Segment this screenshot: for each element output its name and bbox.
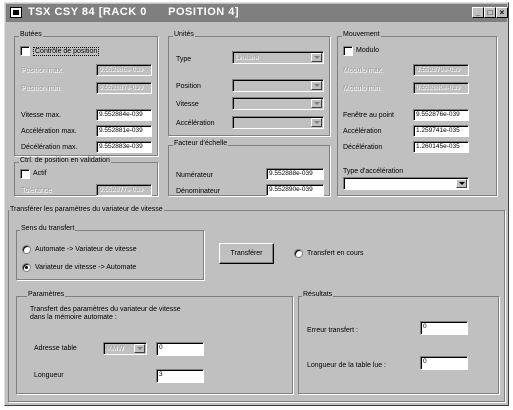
minimize-button[interactable]: _ bbox=[472, 7, 484, 18]
adresse-table-field[interactable]: 0 bbox=[156, 342, 204, 356]
type-value: Linéaire bbox=[235, 54, 259, 61]
butees-title: Butées bbox=[19, 31, 43, 38]
controle-position-checkbox[interactable] bbox=[20, 46, 30, 56]
modulo-min-label: Modulo min. bbox=[343, 85, 382, 92]
position-unit-dropdown[interactable] bbox=[232, 79, 324, 92]
acceleration-field[interactable]: 1.259741e-035 bbox=[413, 125, 469, 137]
longueur-table-lue-label: Longueur de la table lue : bbox=[307, 362, 387, 369]
longueur-label: Longueur bbox=[34, 372, 64, 379]
position-min-field[interactable]: 9.552887e-039 bbox=[96, 82, 152, 94]
chevron-down-icon[interactable] bbox=[311, 99, 322, 108]
longueur-field[interactable]: 3 bbox=[156, 369, 204, 383]
app-icon[interactable] bbox=[10, 7, 22, 18]
chevron-down-icon[interactable] bbox=[311, 118, 322, 127]
modulo-max-label: Modulo max. bbox=[343, 67, 384, 74]
chevron-down-icon[interactable] bbox=[311, 53, 322, 62]
position-max-field[interactable]: 9.552886e-039 bbox=[96, 64, 152, 76]
option-automate-variateur-radio[interactable] bbox=[22, 245, 31, 254]
type-dropdown[interactable]: Linéaire bbox=[232, 51, 324, 64]
transferer-button[interactable]: Transférer bbox=[219, 243, 274, 264]
modulo-label[interactable]: Modulo bbox=[356, 47, 379, 54]
unites-title: Unités bbox=[173, 31, 195, 38]
type-acceleration-label: Type d'accélération bbox=[343, 168, 404, 175]
option-variateur-automate-label[interactable]: Variateur de vitesse -> Automate bbox=[35, 264, 136, 271]
deceleration-field[interactable]: 1.260145e-035 bbox=[413, 141, 469, 153]
modulo-max-field[interactable]: 9.552879e-039 bbox=[413, 64, 469, 76]
resultats-group bbox=[298, 296, 499, 394]
option-variateur-automate-radio[interactable] bbox=[22, 263, 31, 272]
chevron-down-icon[interactable] bbox=[134, 344, 145, 353]
longueur-table-lue-field[interactable]: 0 bbox=[420, 356, 468, 370]
denominateur-label: Dénominateur bbox=[176, 188, 220, 195]
controle-position-label[interactable]: Contrôle de position bbox=[33, 47, 100, 56]
parametres-desc-line2: dans la mémoire automate : bbox=[30, 314, 117, 321]
vitesse-unit-dropdown[interactable] bbox=[232, 97, 324, 110]
adresse-table-label: Adresse table bbox=[34, 345, 77, 352]
erreur-transfert-label: Erreur transfert : bbox=[307, 327, 358, 334]
deceleration-label: Décélération bbox=[343, 144, 383, 151]
sens-group bbox=[16, 230, 204, 280]
vitesse-max-field[interactable]: 9.552884e-039 bbox=[96, 109, 152, 121]
transfert-en-cours-label: Transfert en cours bbox=[307, 250, 364, 257]
title-bar[interactable]: TSX CSY 84 [RACK 0 POSITION 4] _ □ × bbox=[6, 4, 508, 22]
deceleration-max-field[interactable]: 9.552883e-039 bbox=[96, 141, 152, 153]
fenetre-label: Fenêtre au point bbox=[343, 112, 394, 119]
sens-title: Sens du transfert bbox=[20, 225, 76, 232]
adresse-type-value: %MW bbox=[106, 345, 124, 352]
ctrl-position-title: Ctrl. de position en validation bbox=[19, 157, 111, 164]
modulo-min-field[interactable]: 9.552880e-039 bbox=[413, 82, 469, 94]
facteur-title: Facteur d'échelle bbox=[173, 140, 229, 147]
numerateur-label: Numérateur bbox=[176, 172, 213, 179]
window-title: TSX CSY 84 [RACK 0 POSITION 4] bbox=[28, 6, 240, 18]
erreur-transfert-field[interactable]: 0 bbox=[420, 321, 468, 335]
tolerance-field[interactable]: 9.552877e-039 bbox=[96, 184, 152, 196]
chevron-down-icon[interactable] bbox=[311, 81, 322, 90]
deceleration-max-label: Décélération max. bbox=[21, 144, 78, 151]
transfert-en-cours-radio[interactable] bbox=[294, 249, 303, 258]
actif-checkbox[interactable] bbox=[20, 169, 30, 179]
mouvement-title: Mouvement bbox=[342, 31, 381, 38]
acceleration-unit-label: Accélération bbox=[176, 120, 215, 127]
position-unit-label: Position bbox=[176, 83, 201, 90]
maximize-button[interactable]: □ bbox=[484, 7, 496, 18]
parametres-title: Paramètres bbox=[27, 291, 66, 298]
denominateur-field[interactable]: 9.552890e-039 bbox=[266, 184, 324, 196]
acceleration-unit-dropdown[interactable] bbox=[232, 116, 324, 129]
type-acceleration-dropdown[interactable] bbox=[343, 177, 469, 190]
adresse-type-dropdown[interactable]: %MW bbox=[103, 342, 147, 355]
vitesse-max-label: Vitesse max. bbox=[21, 112, 61, 119]
position-max-label: Position max. bbox=[21, 67, 64, 74]
resultats-title: Résultats bbox=[302, 291, 334, 298]
acceleration-max-field[interactable]: 9.552881e-039 bbox=[96, 125, 152, 137]
close-button[interactable]: × bbox=[496, 7, 508, 18]
parametres-desc-line1: Transfert des paramètres du variateur de… bbox=[30, 306, 181, 313]
acceleration-label: Accélération bbox=[343, 128, 382, 135]
tolerance-label: Tolérance bbox=[21, 187, 52, 194]
position-min-label: Position min. bbox=[21, 85, 62, 92]
acceleration-max-label: Accélération max. bbox=[21, 128, 77, 135]
actif-label[interactable]: Actif bbox=[33, 170, 47, 177]
vitesse-unit-label: Vitesse bbox=[176, 101, 199, 108]
type-label: Type bbox=[176, 56, 192, 63]
option-automate-variateur-label[interactable]: Automate -> Variateur de vitesse bbox=[35, 246, 137, 253]
modulo-checkbox[interactable] bbox=[343, 46, 353, 56]
chevron-down-icon[interactable] bbox=[456, 179, 467, 188]
fenetre-field[interactable]: 9.552876e-039 bbox=[413, 109, 469, 121]
transfer-title: Transférer les paramètres du variateur d… bbox=[9, 206, 164, 213]
numerateur-field[interactable]: 9.552888e-039 bbox=[266, 168, 324, 180]
